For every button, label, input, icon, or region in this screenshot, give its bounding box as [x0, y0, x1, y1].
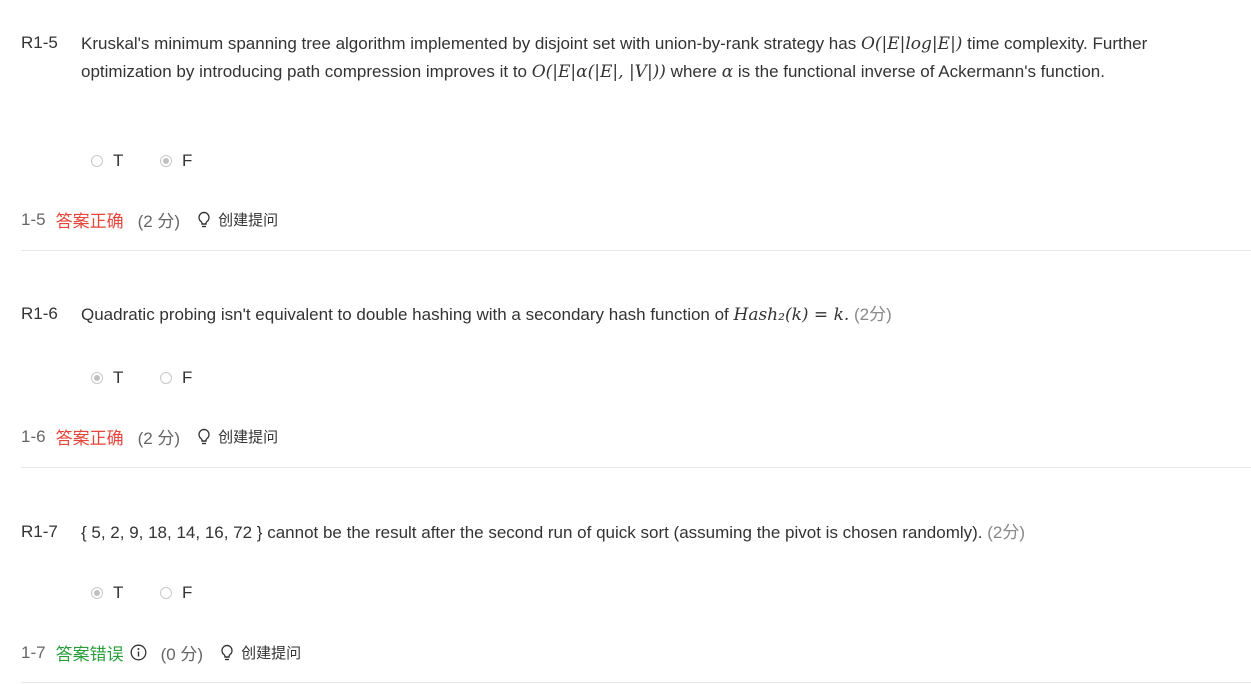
- radio-button[interactable]: [160, 587, 172, 599]
- create-question-button[interactable]: 创建提问: [196, 209, 278, 230]
- option-t[interactable]: T: [91, 151, 123, 171]
- create-question-label: 创建提问: [218, 212, 279, 229]
- math-expression: α: [721, 62, 734, 82]
- math-expression: O(|E|α(|E|, |V|)): [531, 62, 666, 82]
- create-question-label: 创建提问: [241, 645, 302, 662]
- status-badge: 答案正确: [55, 429, 124, 448]
- question-text-part: where: [665, 62, 722, 81]
- question-score: (2分): [854, 305, 892, 324]
- result-index: 1-5: [21, 209, 46, 229]
- question-number: R1-7: [21, 522, 58, 541]
- radio-button[interactable]: [160, 372, 172, 384]
- option-f[interactable]: F: [160, 151, 192, 171]
- question-text-part: is the functional inverse of Ackermann's…: [733, 62, 1105, 81]
- radio-button-checked[interactable]: [91, 587, 103, 599]
- lightbulb-icon: [198, 428, 210, 444]
- points-earned: (2 分): [137, 212, 181, 231]
- option-label: F: [182, 368, 193, 387]
- question-text-part: { 5, 2, 9, 18, 14, 16, 72 } cannot be th…: [81, 523, 983, 542]
- divider: [21, 682, 1251, 683]
- question-text: { 5, 2, 9, 18, 14, 16, 72 } cannot be th…: [81, 519, 1241, 547]
- lightbulb-icon: [198, 211, 210, 227]
- create-question-label: 创建提问: [218, 429, 279, 446]
- math-expression: Hash₂(k) = k.: [733, 305, 850, 325]
- option-t[interactable]: T: [91, 583, 123, 603]
- points-earned: (0 分): [160, 645, 204, 664]
- question-number: R1-5: [21, 33, 58, 52]
- math-expression: O(|E|log|E|): [860, 34, 963, 54]
- option-f[interactable]: F: [160, 368, 192, 388]
- option-label: T: [113, 151, 124, 170]
- lightbulb-icon: [221, 644, 233, 660]
- radio-button-checked[interactable]: [91, 372, 103, 384]
- question-text: Kruskal's minimum spanning tree algorith…: [81, 30, 1241, 86]
- result-row: 1-6 答案正确 (2 分) 创建提问: [21, 424, 278, 449]
- result-index: 1-6: [21, 426, 46, 446]
- question-text: Quadratic probing isn't equivalent to do…: [81, 301, 1241, 329]
- status-badge: 答案正确: [55, 212, 124, 231]
- option-label: T: [113, 583, 124, 602]
- create-question-button[interactable]: 创建提问: [196, 426, 278, 447]
- question-text-part: Quadratic probing isn't equivalent to do…: [81, 305, 734, 324]
- status-badge: 答案错误: [55, 645, 124, 664]
- option-label: F: [182, 151, 193, 170]
- divider: [21, 467, 1251, 468]
- option-t[interactable]: T: [91, 368, 123, 388]
- points-earned: (2 分): [137, 429, 181, 448]
- radio-button-checked[interactable]: [160, 155, 172, 167]
- option-label: T: [113, 368, 124, 387]
- option-f[interactable]: F: [160, 583, 192, 603]
- result-index: 1-7: [21, 642, 46, 662]
- radio-button[interactable]: [91, 155, 103, 167]
- question-number: R1-6: [21, 304, 58, 323]
- question-text-part: Kruskal's minimum spanning tree algorith…: [81, 34, 861, 53]
- create-question-button[interactable]: 创建提问: [219, 642, 301, 663]
- result-row: 1-7 答案错误 (0 分) 创建提问: [21, 640, 301, 665]
- info-icon[interactable]: [130, 644, 147, 661]
- question-score: (2分): [987, 523, 1026, 542]
- divider: [21, 250, 1251, 251]
- result-row: 1-5 答案正确 (2 分) 创建提问: [21, 207, 278, 232]
- option-label: F: [182, 583, 193, 602]
